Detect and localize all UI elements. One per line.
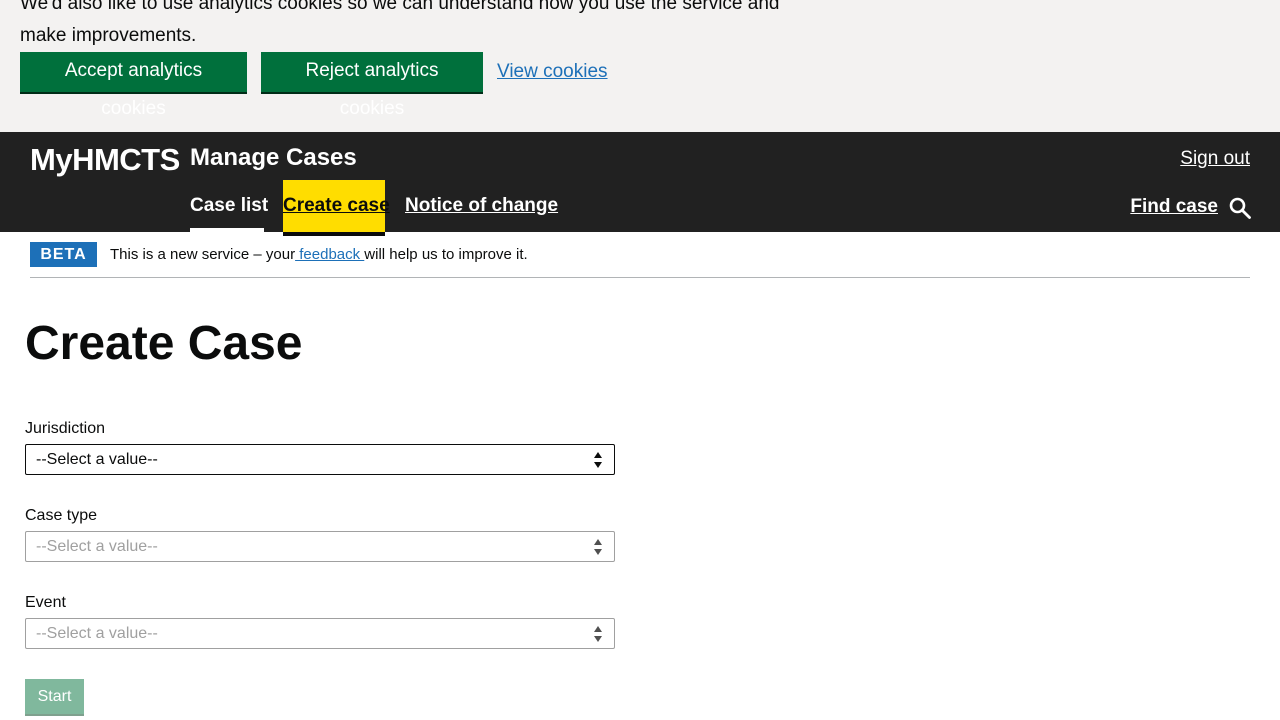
case-type-label: Case type	[25, 507, 98, 524]
nav-notice-of-change[interactable]: Notice of change	[405, 180, 558, 232]
case-type-select-value: --Select a value--	[36, 538, 158, 555]
select-arrows-icon	[594, 626, 602, 642]
start-button[interactable]: Start	[25, 679, 84, 714]
jurisdiction-select-value: --Select a value--	[36, 451, 158, 468]
phase-text-after: will help us to improve it.	[364, 246, 528, 263]
reject-analytics-cookies-button[interactable]: Reject analytics cookies	[261, 52, 483, 119]
nav-case-list[interactable]: Case list	[190, 180, 268, 232]
jurisdiction-label: Jurisdiction	[25, 420, 106, 437]
select-arrows-icon	[594, 452, 602, 468]
accept-analytics-cookies-button[interactable]: Accept analytics cookies	[20, 52, 247, 119]
phase-banner-text: This is a new service – your feedback wi…	[110, 245, 528, 265]
nav-create-case[interactable]: Create case	[283, 180, 390, 236]
service-name: Manage Cases	[190, 144, 357, 171]
event-label: Event	[25, 594, 66, 611]
myhmcts-logo: MyHMCTS	[30, 142, 180, 177]
case-type-select[interactable]: --Select a value--	[25, 531, 615, 562]
cookie-banner-text: We'd also like to use analytics cookies …	[20, 0, 780, 46]
jurisdiction-select[interactable]: --Select a value--	[25, 444, 615, 475]
site-header: MyHMCTS Manage Cases Sign out Case list …	[0, 132, 1280, 236]
cookie-banner: We'd also like to use analytics cookies …	[0, 0, 1280, 132]
find-case-link[interactable]: Find case	[1130, 194, 1218, 220]
beta-tag: BETA	[30, 242, 97, 267]
phase-banner: BETA This is a new service – your feedba…	[30, 242, 1250, 278]
feedback-link[interactable]: feedback	[295, 246, 364, 263]
phase-text-before: This is a new service – your	[110, 246, 296, 263]
event-select-value: --Select a value--	[36, 625, 158, 642]
event-select[interactable]: --Select a value--	[25, 618, 615, 649]
search-icon[interactable]	[1229, 197, 1251, 219]
view-cookies-link[interactable]: View cookies	[497, 59, 608, 85]
sign-out-link[interactable]: Sign out	[1180, 146, 1250, 172]
page-title: Create Case	[25, 317, 303, 370]
select-arrows-icon	[594, 539, 602, 555]
